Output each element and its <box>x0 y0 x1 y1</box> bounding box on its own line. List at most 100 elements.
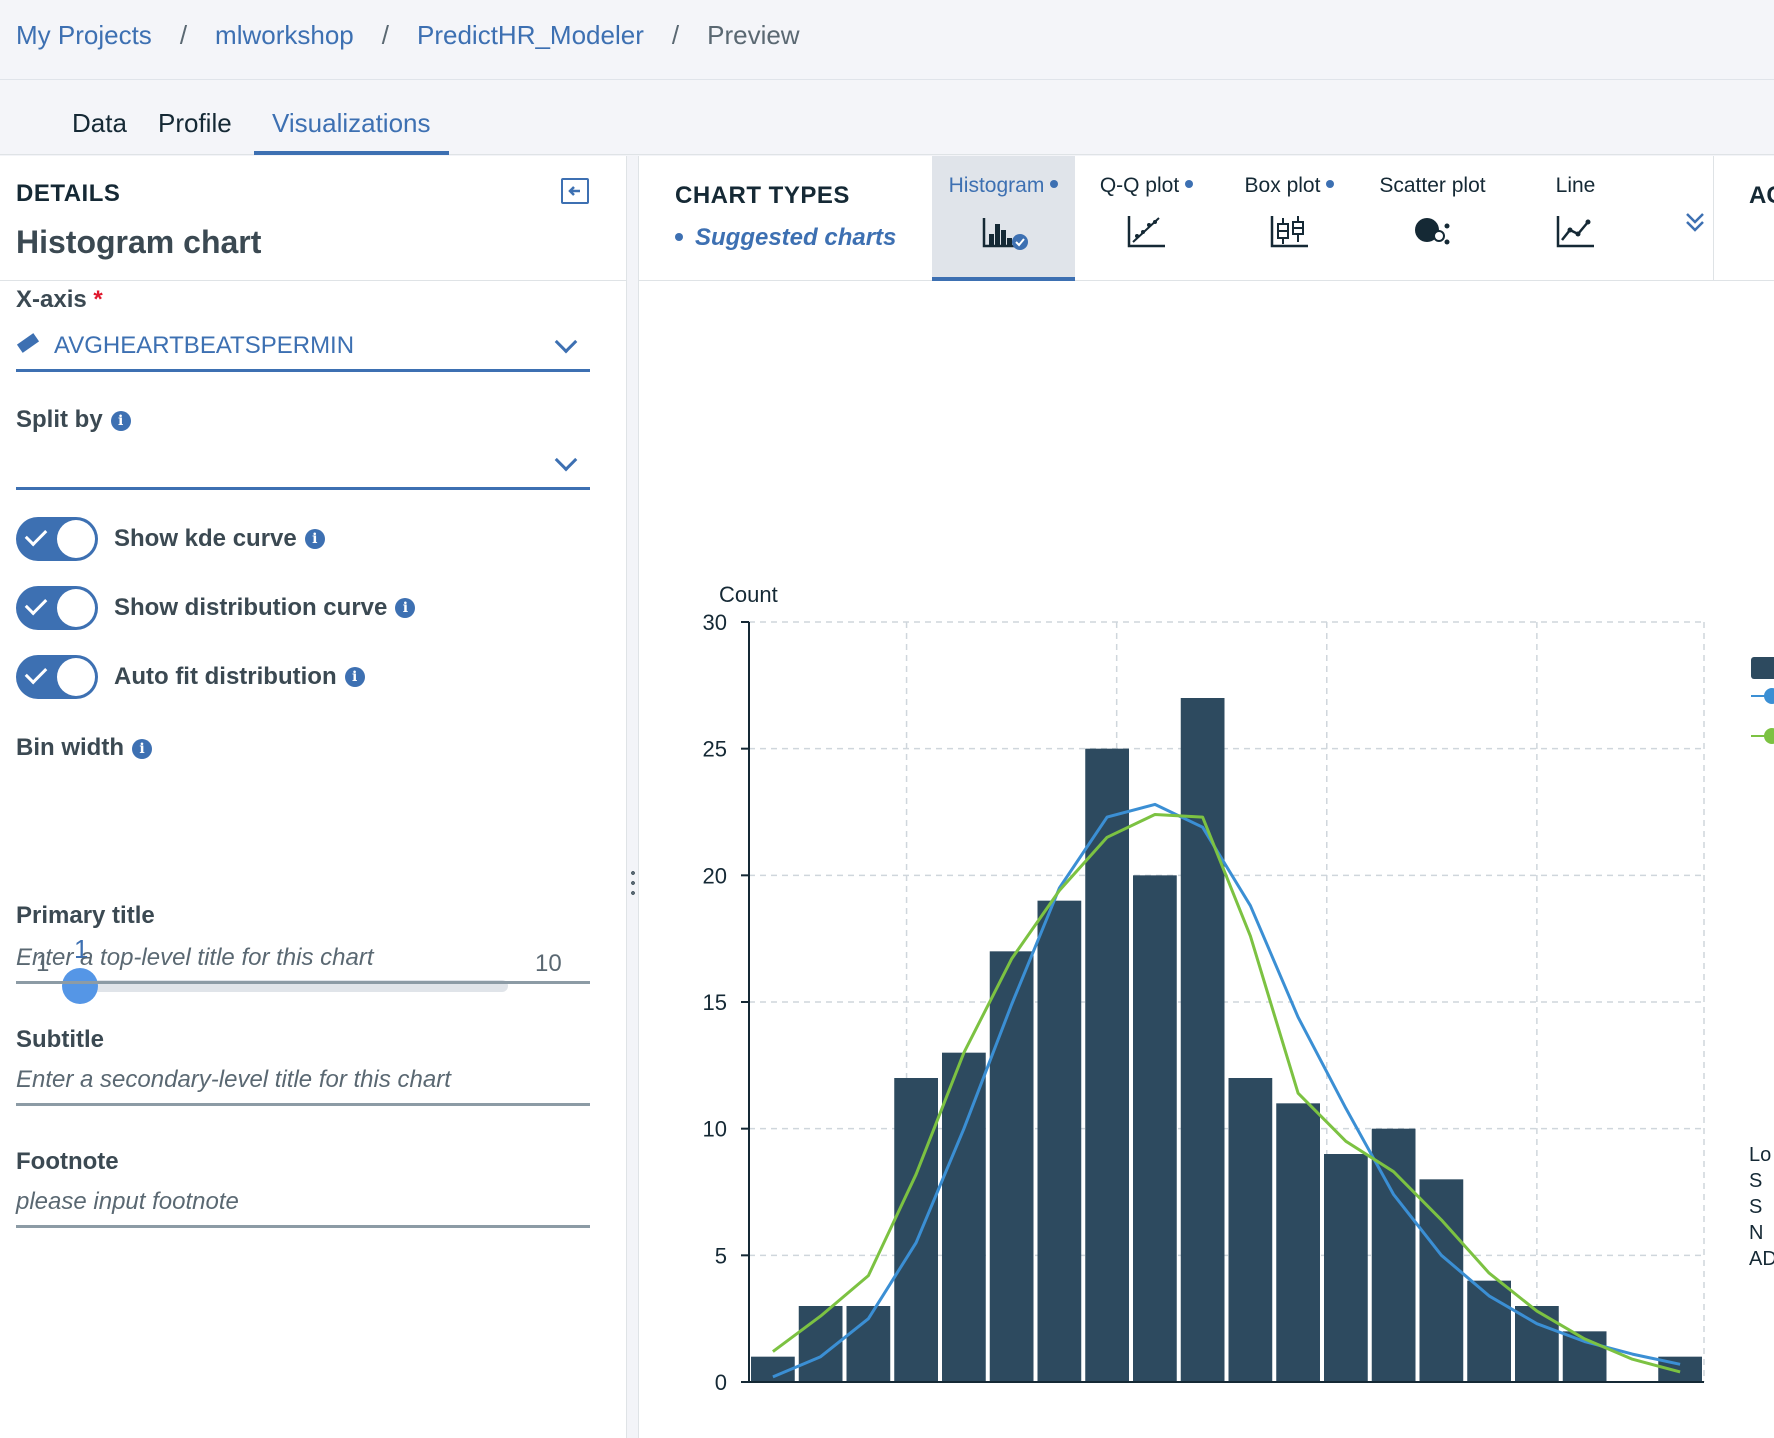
breadcrumb-separator: / <box>179 20 188 50</box>
toggle-knob <box>57 520 95 558</box>
suggested-charts-label: Suggested charts <box>675 224 896 252</box>
histogram-chart: 0 5 10 15 20 25 30 Count <box>703 582 1774 1395</box>
info-icon[interactable]: i <box>110 411 131 431</box>
stats-line: AD <box>1749 1248 1774 1270</box>
drag-handle-icon <box>631 868 635 896</box>
details-section-label: DETAILS <box>16 180 121 207</box>
chart-types-bar: CHART TYPES Suggested charts Histogram Q… <box>639 156 1774 281</box>
histogram-bar <box>989 951 1034 1382</box>
collapse-panel-icon[interactable] <box>561 178 589 204</box>
x-axis-select[interactable]: AVGHEARTBEATSPERMIN <box>16 322 590 372</box>
stats-line: S <box>1749 1196 1763 1218</box>
y-tick-label: 25 <box>703 737 727 762</box>
chevron-down-icon <box>554 448 578 472</box>
tab-bar: Data Profile Visualizations <box>0 80 1774 155</box>
chart-type-qq-plot[interactable]: Q-Q plot <box>1075 156 1218 281</box>
suggested-dot-icon <box>675 233 683 241</box>
info-icon[interactable]: i <box>304 529 325 549</box>
scatter-plot-icon <box>1414 218 1449 245</box>
suggested-dot-icon <box>1326 180 1335 188</box>
info-icon[interactable]: i <box>344 667 365 687</box>
info-icon[interactable]: i <box>395 598 416 618</box>
auto-fit-toggle-row: Auto fit distribution i <box>16 655 365 699</box>
suggested-dot-icon <box>1185 180 1194 188</box>
legend-distribution-marker <box>1764 728 1774 744</box>
chart-types-label: CHART TYPES <box>675 182 850 209</box>
histogram-bar <box>1276 1103 1320 1382</box>
breadcrumb-my-projects[interactable]: My Projects <box>16 20 152 51</box>
y-axis-title: Count <box>719 582 778 607</box>
tab-profile[interactable]: Profile <box>140 108 250 155</box>
breadcrumb-flow[interactable]: PredictHR_Modeler <box>417 20 644 51</box>
details-panel: DETAILS Histogram chart X-axis * AVGHEAR… <box>0 156 627 1438</box>
y-tick-label: 10 <box>703 1117 727 1142</box>
panel-resize-handle[interactable] <box>627 156 639 1438</box>
split-by-select[interactable] <box>16 440 590 490</box>
double-chevron-down-icon[interactable] <box>1681 208 1709 236</box>
primary-title-label: Primary title <box>16 902 155 929</box>
chart-type-line[interactable]: Line <box>1504 156 1647 281</box>
distribution-curve-toggle[interactable] <box>16 586 98 630</box>
box-plot-icon <box>1270 216 1308 248</box>
chart-type-label: Scatter plot <box>1379 174 1486 197</box>
histogram-bar <box>1228 1078 1273 1382</box>
histogram-bar <box>1324 1154 1368 1382</box>
chart-type-box-plot[interactable]: Box plot <box>1218 156 1361 281</box>
chart-type-label: Histogram <box>932 174 1075 198</box>
line-chart-icon <box>1556 216 1594 248</box>
subtitle-input[interactable]: Enter a secondary-level title for this c… <box>16 1060 590 1106</box>
distribution-curve-label: Show distribution curve <box>114 594 388 621</box>
chart-type-label: Line <box>1555 174 1596 197</box>
kde-curve-toggle[interactable] <box>16 517 98 561</box>
histogram-bar <box>1419 1179 1464 1382</box>
y-tick-label: 30 <box>703 610 727 635</box>
histogram-bar <box>942 1052 986 1382</box>
y-tick-label: 20 <box>703 863 727 888</box>
bin-width-label: Bin width i <box>16 734 152 762</box>
footnote-label: Footnote <box>16 1148 119 1175</box>
check-icon <box>24 592 48 616</box>
x-axis-value: AVGHEARTBEATSPERMIN <box>54 332 355 359</box>
y-tick-label: 5 <box>715 1243 727 1268</box>
required-mark: * <box>93 286 103 313</box>
y-tick-label: 15 <box>703 990 727 1015</box>
breadcrumb-separator: / <box>671 20 680 50</box>
chart-type-label: Box plot <box>1218 174 1361 198</box>
toggle-knob <box>57 589 95 627</box>
suggested-dot-icon <box>1050 180 1059 188</box>
tab-visualizations[interactable]: Visualizations <box>254 108 449 155</box>
distribution-toggle-row: Show distribution curve i <box>16 586 416 630</box>
check-icon <box>24 523 48 547</box>
chart-type-scatter-plot[interactable]: Scatter plot <box>1361 156 1504 281</box>
details-header: DETAILS Histogram chart <box>0 156 626 281</box>
auto-fit-label: Auto fit distribution <box>114 663 337 690</box>
kde-curve-label: Show kde curve <box>114 525 297 552</box>
breadcrumb-project[interactable]: mlworkshop <box>215 20 354 51</box>
subtitle-label: Subtitle <box>16 1026 104 1053</box>
chevron-down-icon <box>554 330 578 354</box>
legend-kde-marker <box>1764 688 1774 704</box>
tab-data[interactable]: Data <box>54 108 145 155</box>
toggle-knob <box>57 658 95 696</box>
chart-panel: CHART TYPES Suggested charts Histogram Q… <box>639 156 1774 1438</box>
footnote-input[interactable]: please input footnote <box>16 1182 590 1228</box>
auto-fit-toggle[interactable] <box>16 655 98 699</box>
x-axis-label: X-axis * <box>16 286 103 313</box>
stats-line: S <box>1749 1170 1763 1192</box>
primary-title-input[interactable]: Enter a top-level title for this chart <box>16 938 590 984</box>
chart-type-histogram[interactable]: Histogram <box>932 156 1075 281</box>
top-bar: My Projects / mlworkshop / PredictHR_Mod… <box>0 0 1774 80</box>
chart-area: 0 5 10 15 20 25 30 Count Lo S S N AD <box>639 282 1774 1438</box>
truncated-section-label: AC <box>1749 182 1774 209</box>
kde-toggle-row: Show kde curve i <box>16 517 325 561</box>
stats-line: N <box>1749 1222 1764 1244</box>
section-separator <box>1713 156 1714 281</box>
details-chart-title: Histogram chart <box>16 224 262 260</box>
chart-type-label: Q-Q plot <box>1075 174 1218 198</box>
breadcrumb: My Projects / mlworkshop / PredictHR_Mod… <box>16 20 800 51</box>
split-by-label: Split by i <box>16 406 131 434</box>
qq-plot-icon <box>1127 216 1165 248</box>
legend-bar-swatch <box>1751 657 1774 679</box>
info-icon[interactable]: i <box>131 739 152 759</box>
histogram-bar <box>894 1078 938 1382</box>
